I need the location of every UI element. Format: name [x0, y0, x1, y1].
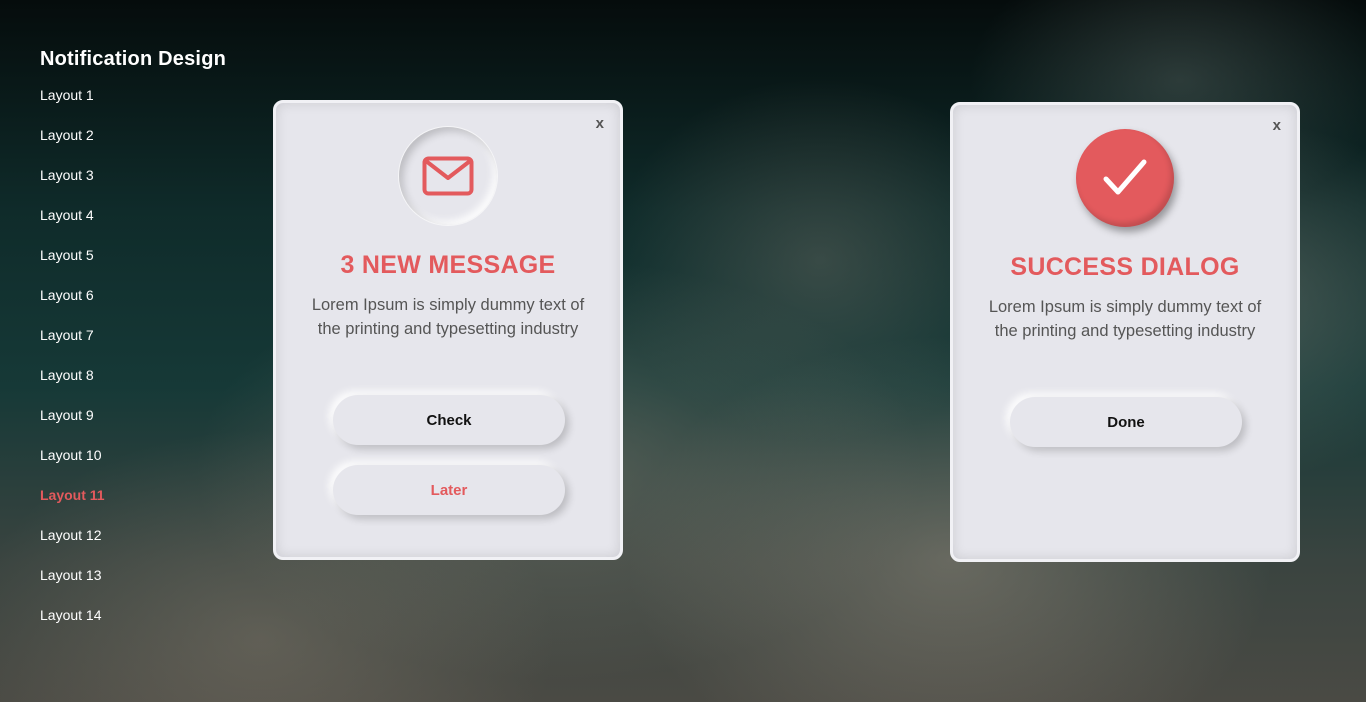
dialog-message: Lorem Ipsum is simply dummy text of the … [988, 298, 1262, 340]
sidebar-item-layout-2[interactable]: Layout 2 [40, 126, 226, 166]
checkmark-icon [1076, 129, 1174, 227]
dialog-message: Lorem Ipsum is simply dummy text of the … [311, 296, 585, 338]
success-dialog: x SUCCESS DIALOG Lorem Ipsum is simply d… [950, 102, 1300, 562]
close-button[interactable]: x [596, 115, 604, 132]
sidebar-item-layout-4[interactable]: Layout 4 [40, 206, 226, 246]
sidebar-item-layout-8[interactable]: Layout 8 [40, 366, 226, 406]
envelope-icon [399, 127, 497, 225]
sidebar-item-layout-3[interactable]: Layout 3 [40, 166, 226, 206]
close-button[interactable]: x [1273, 117, 1281, 134]
sidebar-title: Notification Design [40, 48, 227, 70]
sidebar-item-layout-6[interactable]: Layout 6 [40, 286, 226, 326]
sidebar-item-layout-14[interactable]: Layout 14 [40, 606, 226, 646]
sidebar-list: Layout 1 Layout 2 Layout 3 Layout 4 Layo… [40, 86, 226, 646]
later-button[interactable]: Later [333, 465, 565, 515]
sidebar-item-layout-7[interactable]: Layout 7 [40, 326, 226, 366]
sidebar-item-layout-9[interactable]: Layout 9 [40, 406, 226, 446]
dialog-title: SUCCESS DIALOG [1010, 253, 1240, 281]
new-message-dialog: x 3 NEW MESSAGE Lorem Ipsum is simply du… [273, 100, 623, 560]
sidebar-item-layout-11[interactable]: Layout 11 [40, 486, 226, 526]
sidebar-item-layout-13[interactable]: Layout 13 [40, 566, 226, 606]
dialog-title: 3 NEW MESSAGE [340, 251, 556, 279]
done-button[interactable]: Done [1010, 397, 1242, 447]
sidebar-item-layout-12[interactable]: Layout 12 [40, 526, 226, 566]
sidebar-item-layout-10[interactable]: Layout 10 [40, 446, 226, 486]
sidebar: Notification Design Layout 1 Layout 2 La… [40, 48, 226, 646]
sidebar-item-layout-1[interactable]: Layout 1 [40, 86, 226, 126]
sidebar-item-layout-5[interactable]: Layout 5 [40, 246, 226, 286]
check-button[interactable]: Check [333, 395, 565, 445]
